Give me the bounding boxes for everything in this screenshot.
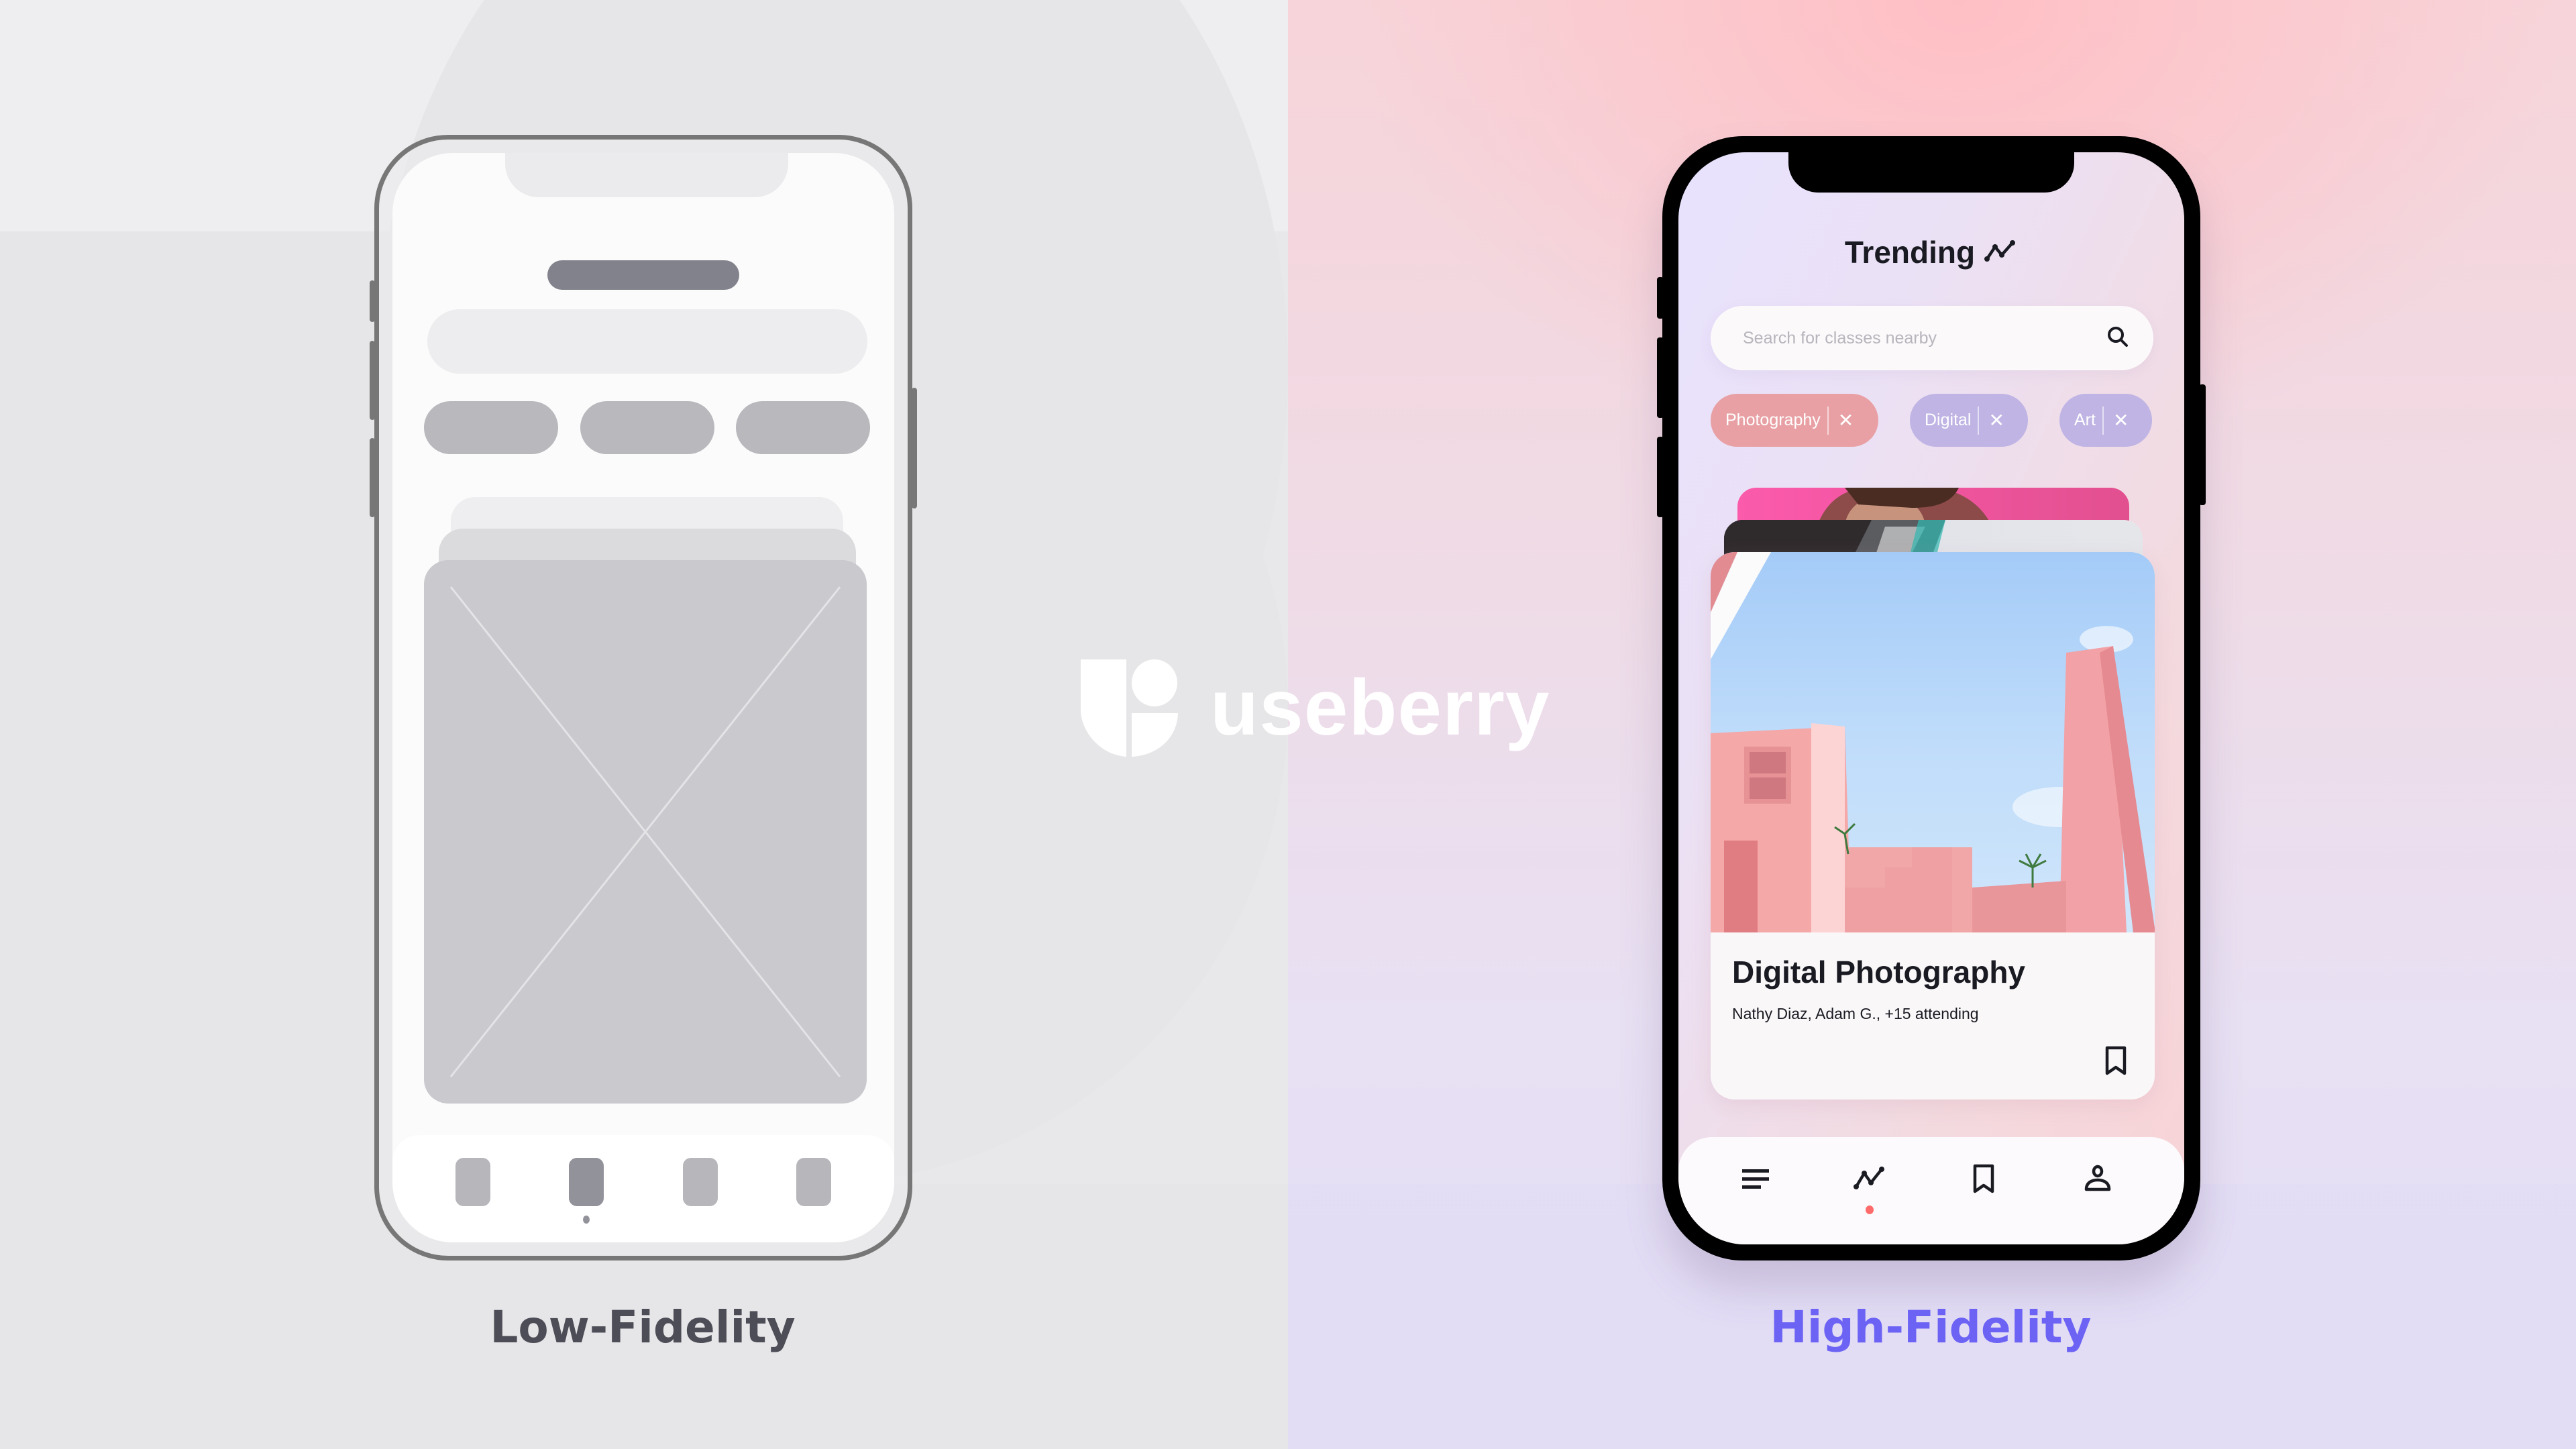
tab-placeholder-1[interactable] <box>455 1158 490 1206</box>
active-tab-indicator <box>1866 1205 1874 1214</box>
image-placeholder <box>424 560 867 1104</box>
page-header: Trending <box>1678 234 2184 270</box>
search-bar <box>1711 306 2153 370</box>
high-fidelity-screen: Trending Photography <box>1678 152 2184 1244</box>
title-placeholder <box>547 260 739 290</box>
useberry-logo-icon <box>1081 659 1178 757</box>
chip-placeholder <box>736 401 870 454</box>
useberry-logo: useberry <box>1081 657 1550 758</box>
search-input[interactable] <box>1743 328 2106 348</box>
tab-placeholder-2[interactable] <box>569 1158 604 1206</box>
card-image <box>1711 552 2155 932</box>
chip-divider <box>1978 406 1980 435</box>
bottom-tabbar <box>1678 1137 2184 1244</box>
active-tab-indicator <box>583 1216 590 1224</box>
filter-chips: Photography ✕ Digital ✕ Art ✕ <box>1711 394 2156 447</box>
trending-icon <box>1852 1165 1887 1195</box>
phone-side-button <box>1657 437 1664 517</box>
close-icon[interactable]: ✕ <box>2113 411 2129 430</box>
bookmark-icon <box>1972 1163 1996 1197</box>
tab-profile[interactable] <box>2078 1160 2118 1200</box>
phone-side-button <box>2199 384 2206 505</box>
tab-saved[interactable] <box>1964 1160 2004 1200</box>
tab-placeholder-3[interactable] <box>683 1158 718 1206</box>
chip-label: Digital <box>1925 411 1972 429</box>
card-title: Digital Photography <box>1732 955 2025 989</box>
tab-placeholder-4[interactable] <box>796 1158 831 1206</box>
phone-side-button <box>912 388 917 508</box>
class-card[interactable]: Digital Photography Nathy Diaz, Adam G.,… <box>1711 552 2155 1099</box>
tab-menu[interactable] <box>1735 1160 1776 1200</box>
chip-label: Photography <box>1725 411 1821 429</box>
chip-art[interactable]: Art ✕ <box>2059 394 2152 447</box>
phone-side-button <box>370 280 375 322</box>
tab-trending[interactable] <box>1849 1160 1890 1200</box>
menu-icon <box>1741 1167 1770 1194</box>
phone-notch <box>1788 152 2074 193</box>
phone-side-button <box>1657 277 1664 319</box>
pink-architecture-photo <box>1711 552 2155 932</box>
chip-photography[interactable]: Photography ✕ <box>1711 394 1878 447</box>
search-placeholder <box>427 309 867 374</box>
card-attendees: Nathy Diaz, Adam G., +15 attending <box>1732 1005 1979 1022</box>
phone-notch <box>505 153 788 197</box>
phone-side-button <box>1657 337 1664 418</box>
brand-name: useberry <box>1210 663 1550 752</box>
low-fidelity-phone <box>370 135 917 1260</box>
page-title: Trending <box>1844 235 1976 270</box>
card-body: Digital Photography Nathy Diaz, Adam G.,… <box>1711 932 2155 1099</box>
high-fidelity-caption: High-Fidelity <box>1770 1301 2092 1353</box>
search-icon[interactable] <box>2106 325 2129 352</box>
user-icon <box>2084 1164 2111 1197</box>
close-icon[interactable]: ✕ <box>1988 411 2004 430</box>
chip-divider <box>2102 406 2104 435</box>
phone-side-button <box>370 438 375 517</box>
trending-icon <box>1983 239 2018 266</box>
image-placeholder-cross-icon <box>449 586 841 1077</box>
chip-digital[interactable]: Digital ✕ <box>1910 394 2028 447</box>
chip-label: Art <box>2074 411 2096 429</box>
low-fidelity-caption: Low-Fidelity <box>490 1301 796 1353</box>
phone-side-button <box>370 341 375 420</box>
chip-placeholder <box>580 401 714 454</box>
low-fidelity-screen <box>392 153 894 1242</box>
chip-placeholder <box>424 401 558 454</box>
close-icon[interactable]: ✕ <box>1838 411 1854 430</box>
high-fidelity-phone: Trending Photography <box>1657 136 2206 1260</box>
chip-divider <box>1827 406 1829 435</box>
bookmark-icon[interactable] <box>2104 1045 2128 1076</box>
tabbar-placeholder <box>392 1135 894 1242</box>
